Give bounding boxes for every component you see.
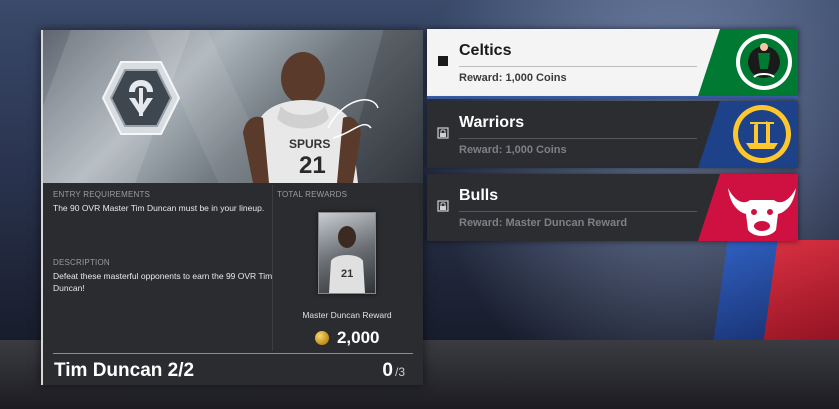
- description-text: Defeat these masterful opponents to earn…: [53, 271, 273, 293]
- opponent-team-name: Celtics: [459, 42, 512, 59]
- reward-player-icon: 21: [329, 226, 365, 293]
- selection-bar: [427, 96, 798, 99]
- total-rewards-panel: TOTAL REWARDS 21 Master Duncan Reward 2,…: [277, 190, 417, 347]
- challenge-progress: 0/3: [382, 360, 405, 382]
- coin-reward: 2,000: [277, 328, 417, 348]
- opponent-team-name: Warriors: [459, 114, 525, 131]
- lock-icon: [437, 200, 449, 212]
- reward-card-image[interactable]: 21: [318, 212, 376, 294]
- lock-icon: [437, 127, 449, 139]
- opponent-reward: Reward: 1,000 Coins: [459, 72, 567, 84]
- warriors-logo-icon: [698, 101, 798, 168]
- selected-indicator-icon: [438, 56, 448, 66]
- opponent-row-celtics[interactable]: Celtics Reward: 1,000 Coins: [427, 29, 798, 96]
- svg-text:SPURS: SPURS: [289, 137, 330, 151]
- opponent-divider: [459, 211, 697, 212]
- progress-total: /3: [394, 365, 405, 379]
- bulls-logo-icon: [698, 174, 798, 241]
- opponent-row-bulls[interactable]: Bulls Reward: Master Duncan Reward: [427, 174, 798, 241]
- challenge-info: ENTRY REQUIREMENTS The 90 OVR Master Tim…: [53, 190, 278, 294]
- opponent-divider: [459, 138, 697, 139]
- info-divider: [272, 185, 273, 351]
- challenge-card: SPURS 21 ENTRY REQUIREMENTS The 90 OVR M…: [41, 30, 423, 385]
- coin-icon: [314, 331, 329, 345]
- opponent-reward: Reward: 1,000 Coins: [459, 144, 567, 156]
- entry-requirements-label: ENTRY REQUIREMENTS: [53, 190, 151, 199]
- description-label: DESCRIPTION: [53, 258, 110, 267]
- svg-text:21: 21: [299, 152, 326, 179]
- svg-text:21: 21: [341, 268, 353, 280]
- reward-card-name: Master Duncan Reward: [302, 310, 392, 320]
- progress-done: 0: [382, 360, 393, 381]
- opponent-divider: [459, 66, 697, 67]
- opponent-row-warriors[interactable]: Warriors Reward: 1,000 Coins: [427, 101, 798, 168]
- footer-divider: [53, 353, 413, 354]
- coin-reward-value: 2,000: [336, 328, 380, 347]
- master-badge-icon: [101, 61, 181, 135]
- celtics-logo-icon: [698, 29, 798, 96]
- total-rewards-label: TOTAL REWARDS: [277, 190, 348, 199]
- opponent-reward: Reward: Master Duncan Reward: [459, 217, 628, 229]
- hero-banner: SPURS 21: [43, 30, 423, 183]
- opponent-team-name: Bulls: [459, 187, 499, 204]
- challenge-title: Tim Duncan 2/2: [54, 360, 195, 381]
- entry-requirements-text: The 90 OVR Master Tim Duncan must be in …: [53, 203, 265, 213]
- player-portrait: SPURS 21: [243, 52, 379, 183]
